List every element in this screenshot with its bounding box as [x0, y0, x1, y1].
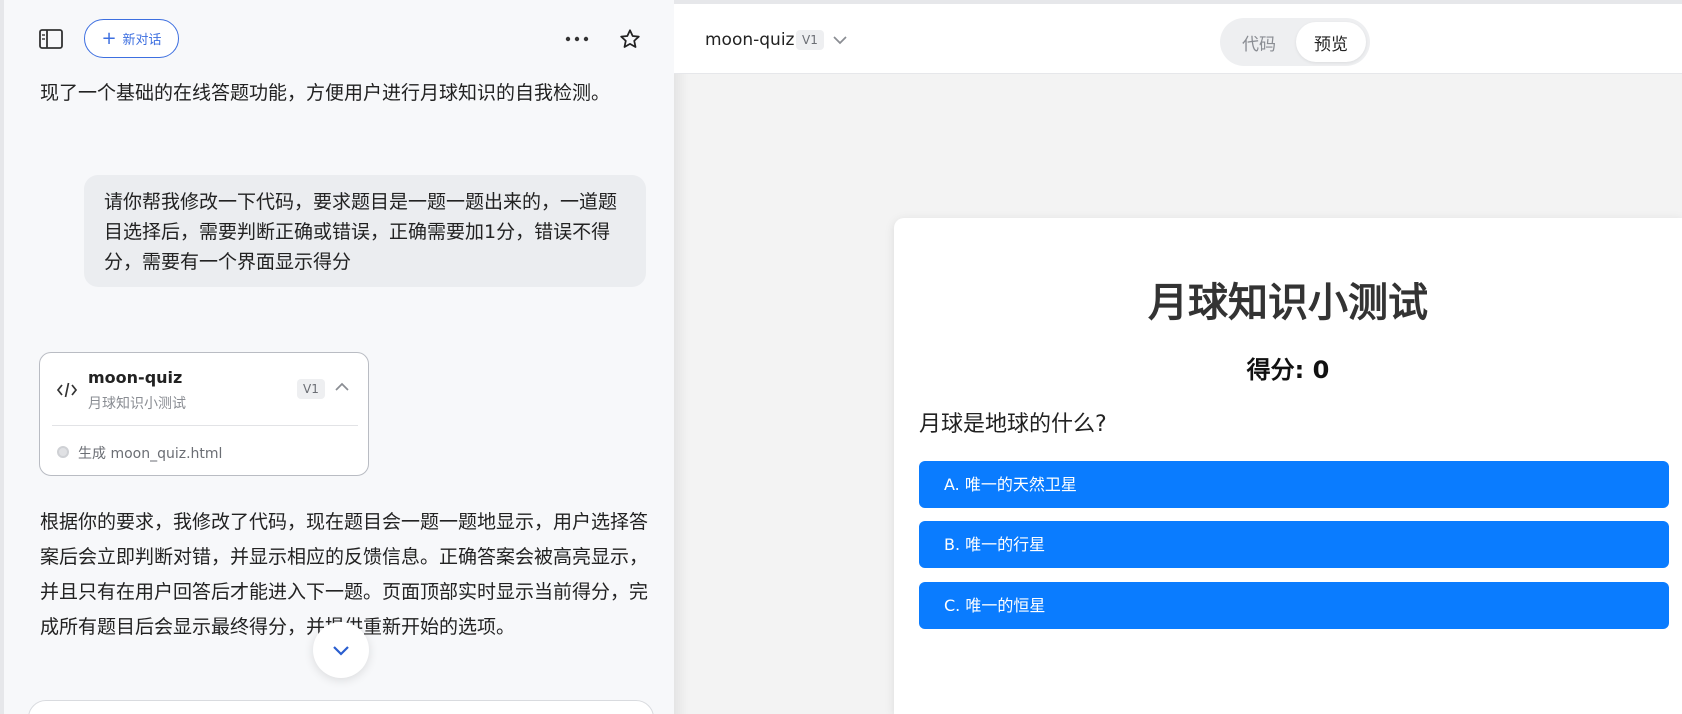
step-status-icon: [57, 446, 69, 458]
artifact-step: 生成 moon_quiz.html: [78, 446, 223, 462]
answer-option-b[interactable]: B. 唯一的行星: [919, 521, 1669, 568]
pane-edge: [0, 0, 4, 714]
quiz-card: 月球知识小测试 得分: 0 月球是地球的什么? A. 唯一的天然卫星 B. 唯一…: [894, 218, 1682, 714]
artifact-divider: [52, 425, 358, 426]
message-input[interactable]: [28, 700, 654, 714]
preview-version-badge: V1: [796, 30, 824, 50]
code-icon: [56, 379, 78, 401]
score-display: 得分: 0: [894, 350, 1682, 385]
tab-preview[interactable]: 预览: [1296, 22, 1366, 62]
user-message-bubble: 请你帮我修改一下代码，要求题目是一题一题出来的，一道题目选择后，需要判断正确或错…: [84, 175, 646, 287]
view-toggle: 代码 预览: [1220, 18, 1370, 66]
tab-code[interactable]: 代码: [1224, 22, 1294, 62]
chevron-down-icon: [333, 646, 349, 656]
favorite-star-icon[interactable]: [615, 24, 645, 54]
plus-icon: +: [101, 27, 117, 49]
preview-header: moon-quiz V1 代码 预览: [674, 4, 1682, 74]
new-chat-label: 新对话: [122, 33, 162, 48]
answer-option-a[interactable]: A. 唯一的天然卫星: [919, 461, 1669, 508]
artifact-card[interactable]: moon-quiz 月球知识小测试 V1 生成 moon_quiz.html: [39, 352, 369, 476]
scroll-down-button[interactable]: [313, 622, 369, 678]
preview-pane: moon-quiz V1 代码 预览 月球知识小测试 得分: 0 月球是地球的什…: [674, 0, 1682, 714]
preview-file-name: moon-quiz: [705, 30, 795, 50]
chat-pane: + 新对话 现了一个基础的在线答题功能，方便用户进行月球知识的自我检测。 请你帮…: [0, 0, 674, 714]
chevron-down-icon[interactable]: [831, 31, 849, 49]
artifact-version-badge: V1: [297, 379, 325, 399]
artifact-title: moon-quiz: [88, 368, 183, 387]
answer-option-c[interactable]: C. 唯一的恒星: [919, 582, 1669, 629]
pane-shadow: [674, 74, 688, 714]
score-value: 0: [1312, 356, 1330, 384]
quiz-title: 月球知识小测试: [1148, 280, 1428, 326]
sidebar-toggle-icon[interactable]: [36, 27, 66, 51]
chevron-up-icon[interactable]: [334, 379, 350, 395]
assistant-message-tail: 现了一个基础的在线答题功能，方便用户进行月球知识的自我检测。: [40, 82, 611, 104]
quiz-question: 月球是地球的什么?: [919, 412, 1107, 437]
chat-toolbar: + 新对话: [0, 0, 674, 78]
app-root: + 新对话 现了一个基础的在线答题功能，方便用户进行月球知识的自我检测。 请你帮…: [0, 0, 1682, 714]
new-chat-button[interactable]: + 新对话: [84, 19, 179, 58]
score-label: 得分:: [1246, 356, 1313, 384]
artifact-subtitle: 月球知识小测试: [88, 396, 186, 412]
more-options-icon[interactable]: [562, 26, 592, 52]
